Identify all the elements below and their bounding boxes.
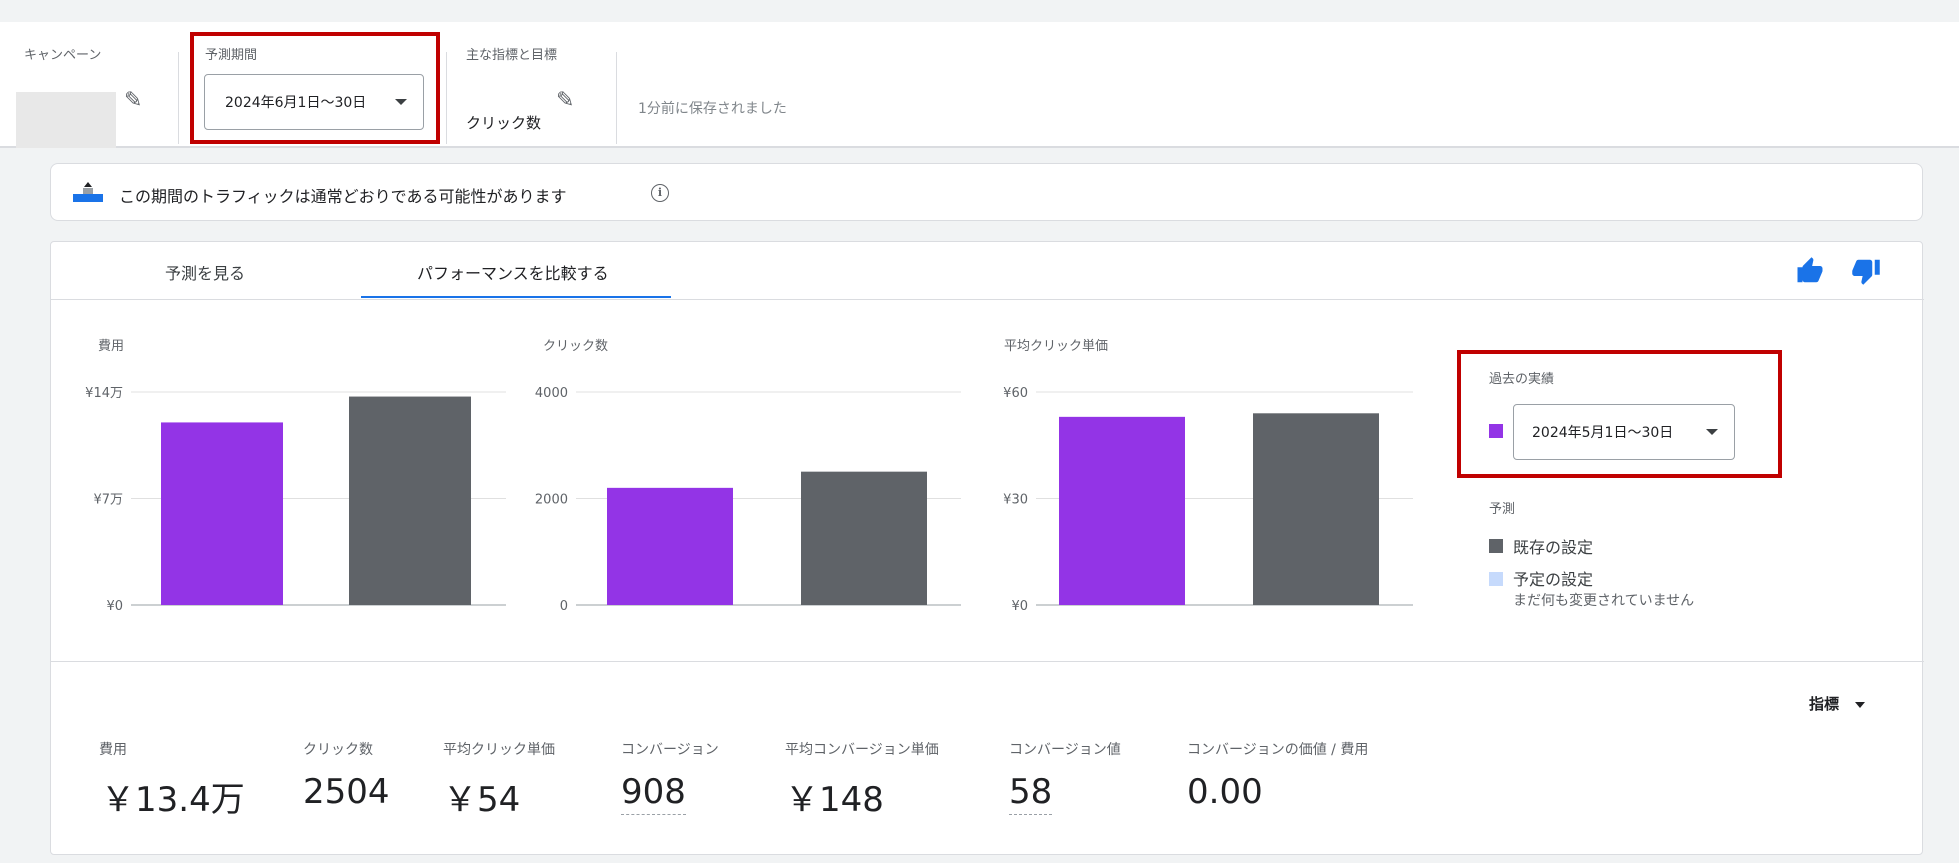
chevron-down-icon	[395, 99, 407, 105]
thumb-down-icon[interactable]	[1851, 256, 1881, 286]
bar-past	[607, 487, 733, 605]
existing-swatch	[1489, 539, 1503, 553]
past-performance-label: 過去の実績	[1489, 372, 1555, 387]
stat-value-cost: ￥13.4万	[101, 780, 245, 820]
thumb-up-icon[interactable]	[1795, 256, 1825, 286]
campaign-thumbnail	[16, 92, 116, 148]
y-tick-label: ¥0	[1011, 599, 1028, 614]
tab-view-forecast[interactable]: 予測を見る	[165, 260, 245, 284]
save-status: 1分前に保存されました	[638, 101, 787, 117]
forecast-card: 予測を見る パフォーマンスを比較する 費用 ¥0 ¥7万 ¥14万 クリック数 0 2000…	[50, 241, 1924, 855]
metric-goal-value: クリック数	[466, 114, 542, 132]
y-tick-label: 0	[560, 599, 568, 614]
chevron-down-icon	[1706, 429, 1718, 435]
tab-divider	[51, 299, 1924, 300]
stat-label-conversions: コンバージョン	[621, 742, 719, 758]
planned-settings-label: 予定の設定	[1513, 570, 1594, 589]
y-tick-label: ¥60	[1003, 386, 1028, 401]
divider	[616, 52, 617, 144]
comparison-charts: 費用 ¥0 ¥7万 ¥14万 クリック数 0 2000 4000 平均クリック単価 ¥0 ¥30 ¥6…	[85, 338, 1413, 614]
chevron-down-icon[interactable]	[1855, 702, 1865, 708]
bar-existing	[1253, 413, 1379, 605]
bar-existing	[801, 471, 927, 605]
divider	[446, 52, 447, 144]
traffic-chart-icon	[73, 182, 103, 202]
divider	[178, 52, 179, 144]
chart-title: 平均クリック単価	[1004, 338, 1108, 354]
forecast-header: キャンペーン ✎ 予測期間 2024年6月1日～30日 主な指標と目標 クリック…	[0, 22, 1959, 148]
stat-value-roas: 0.00	[1187, 772, 1263, 812]
planned-settings-sub: まだ何も変更されていません	[1513, 593, 1695, 609]
y-tick-label: 2000	[535, 493, 568, 508]
past-period-value: 2024年5月1日～30日	[1532, 425, 1674, 441]
bar-past	[161, 422, 283, 605]
info-icon[interactable]: i	[651, 184, 669, 202]
edit-metric-pencil-icon[interactable]: ✎	[556, 88, 574, 113]
y-tick-label: ¥30	[1003, 493, 1028, 508]
campaign-label: キャンペーン	[24, 48, 102, 63]
stat-label-clicks: クリック数	[303, 742, 373, 758]
past-period-dropdown[interactable]: 2024年5月1日～30日	[1513, 404, 1735, 460]
bar-existing	[349, 396, 471, 605]
metric-goal-label: 主な指標と目標	[466, 48, 558, 63]
y-tick-label: 4000	[535, 386, 568, 401]
y-tick-label: ¥0	[106, 599, 123, 614]
stat-value-clicks: 2504	[303, 772, 390, 812]
forecast-period-value: 2024年6月1日～30日	[225, 95, 367, 111]
planned-swatch	[1489, 572, 1503, 586]
bar-past	[1059, 416, 1185, 605]
existing-settings-label: 既存の設定	[1513, 538, 1594, 557]
stat-label-avg-cpc: 平均クリック単価	[443, 742, 555, 758]
stat-label-conv-value: コンバージョン値	[1009, 742, 1121, 758]
stat-label-roas: コンバージョンの価値 / 費用	[1187, 742, 1369, 758]
stat-value-conv-value[interactable]: 58	[1009, 772, 1053, 815]
active-tab-indicator	[361, 296, 671, 298]
stat-label-avg-cpa: 平均コンバージョン単価	[785, 742, 939, 758]
y-tick-label: ¥14万	[85, 386, 123, 401]
section-divider	[51, 661, 1924, 662]
edit-campaign-pencil-icon[interactable]: ✎	[124, 88, 142, 113]
y-tick-label: ¥7万	[93, 493, 123, 508]
stat-value-avg-cpa: ￥148	[785, 780, 884, 820]
chart-title: 費用	[98, 339, 124, 354]
forecast-period-dropdown[interactable]: 2024年6月1日～30日	[204, 74, 424, 130]
stat-value-conversions[interactable]: 908	[621, 772, 686, 815]
stat-value-avg-cpc: ￥54	[443, 780, 521, 820]
tab-compare-performance[interactable]: パフォーマンスを比較する	[417, 260, 609, 284]
period-label: 予測期間	[205, 48, 258, 63]
metrics-menu-button[interactable]: 指標	[1809, 693, 1839, 714]
traffic-notice: この期間のトラフィックは通常どおりである可能性があります i	[50, 163, 1923, 221]
stat-label-cost: 費用	[99, 742, 127, 758]
traffic-notice-text: この期間のトラフィックは通常どおりである可能性があります	[119, 187, 567, 206]
forecast-label: 予測	[1489, 502, 1516, 517]
past-swatch	[1489, 424, 1503, 438]
chart-title: クリック数	[543, 339, 608, 354]
